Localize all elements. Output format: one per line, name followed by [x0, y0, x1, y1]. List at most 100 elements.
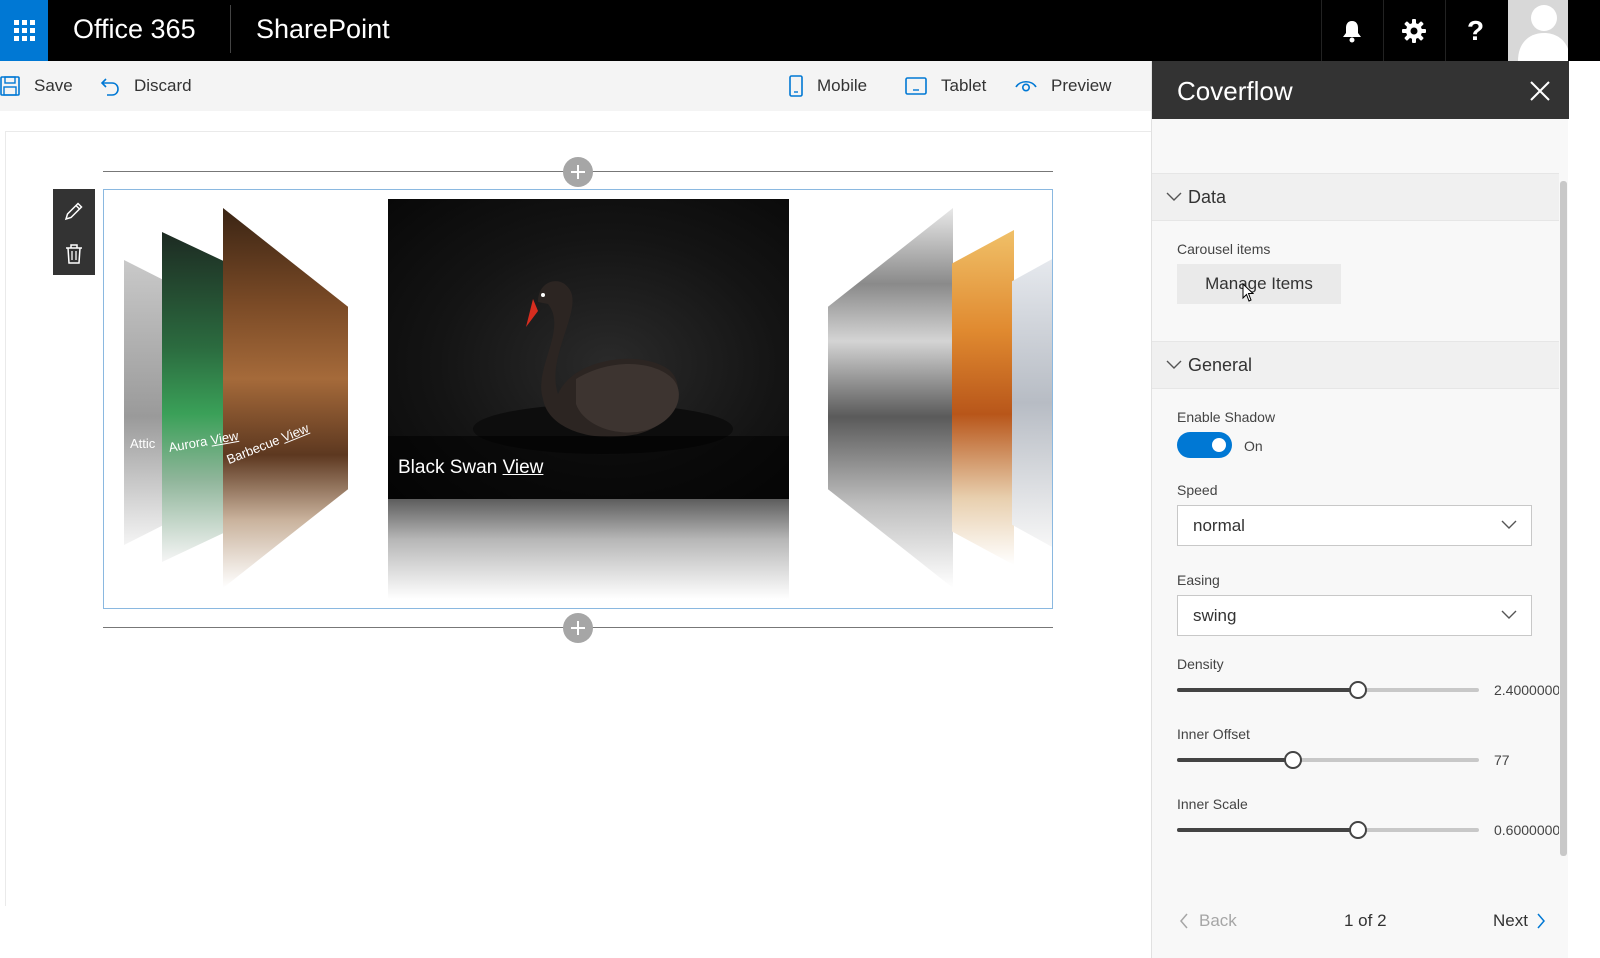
- chevron-left-icon: [1180, 913, 1188, 929]
- inner-offset-value: 77: [1494, 752, 1510, 768]
- save-icon: [0, 76, 20, 96]
- inner-scale-slider[interactable]: [1177, 820, 1479, 840]
- mobile-view-button[interactable]: Mobile: [789, 61, 867, 111]
- plus-icon: [571, 165, 585, 179]
- property-pane-title: Coverflow: [1177, 76, 1293, 106]
- close-pane-button[interactable]: [1526, 77, 1554, 105]
- inner-offset-slider[interactable]: [1177, 750, 1479, 770]
- center-title: Black Swan: [398, 457, 498, 478]
- group-general-title: General: [1188, 354, 1253, 375]
- suite-bar: Office 365 SharePoint ?: [0, 0, 1600, 61]
- save-label: Save: [34, 76, 73, 95]
- slide-black-swan[interactable]: Black Swan View: [388, 199, 789, 499]
- tablet-label: Tablet: [941, 76, 987, 95]
- center-caption: Black Swan View: [398, 457, 543, 479]
- density-value: 2.4000000: [1494, 682, 1559, 698]
- density-slider[interactable]: [1177, 680, 1479, 700]
- bell-icon: [1342, 20, 1361, 42]
- plus-icon: [571, 621, 585, 635]
- easing-value: swing: [1193, 605, 1237, 625]
- delete-webpart-button[interactable]: [53, 232, 95, 275]
- notifications-button[interactable]: [1321, 0, 1381, 61]
- app-launcher-button[interactable]: [0, 0, 48, 61]
- attic-caption: Attic: [130, 436, 156, 451]
- back-button[interactable]: Back: [1179, 911, 1237, 931]
- enable-shadow-label: Enable Shadow: [1177, 409, 1276, 425]
- inner-scale-value: 0.6000000: [1494, 822, 1559, 838]
- back-label: Back: [1199, 911, 1237, 930]
- save-button[interactable]: Save: [0, 61, 73, 111]
- edit-webpart-button[interactable]: [53, 189, 95, 232]
- chevron-down-icon: [1501, 610, 1517, 619]
- tablet-view-button[interactable]: Tablet: [905, 61, 986, 111]
- speed-dropdown[interactable]: normal: [1177, 505, 1532, 546]
- inner-offset-label: Inner Offset: [1177, 726, 1250, 742]
- chevron-right-icon: [1537, 913, 1545, 929]
- eye-icon: [1015, 80, 1037, 92]
- slide-keyboard[interactable]: [1012, 258, 1052, 548]
- help-icon: ?: [1466, 14, 1485, 46]
- chevron-down-icon: [1166, 360, 1182, 369]
- chevron-down-icon: [1166, 192, 1182, 201]
- inner-offset-slider-fill: [1177, 758, 1293, 762]
- help-button[interactable]: ?: [1445, 0, 1505, 61]
- close-icon: [1530, 81, 1550, 101]
- discard-button[interactable]: Discard: [100, 61, 192, 111]
- discard-label: Discard: [134, 76, 192, 95]
- center-reflection: [388, 499, 789, 599]
- speed-label: Speed: [1177, 482, 1218, 498]
- pane-scrollbar[interactable]: [1557, 146, 1569, 876]
- group-general-header[interactable]: General: [1152, 341, 1559, 389]
- waffle-icon: [13, 20, 35, 41]
- page-indicator: 1 of 2: [1344, 911, 1387, 930]
- add-webpart-bottom-button[interactable]: [563, 613, 593, 643]
- inner-scale-slider-fill: [1177, 828, 1358, 832]
- manage-items-button[interactable]: Manage Items: [1177, 264, 1341, 304]
- group-data-title: Data: [1188, 186, 1227, 207]
- preview-button[interactable]: Preview: [1015, 61, 1111, 111]
- pane-scroll-thumb[interactable]: [1560, 181, 1567, 856]
- slide-barbecue[interactable]: [223, 208, 348, 588]
- next-label: Next: [1493, 911, 1528, 930]
- brand-title[interactable]: Office 365: [73, 14, 196, 45]
- speed-value: normal: [1193, 515, 1245, 535]
- density-label: Density: [1177, 656, 1224, 672]
- undo-icon: [100, 78, 119, 96]
- slide-chess[interactable]: [828, 208, 953, 588]
- avatar[interactable]: [1508, 0, 1568, 61]
- person-icon: [1518, 5, 1568, 61]
- preview-label: Preview: [1051, 76, 1112, 95]
- property-pane-header: Coverflow: [1152, 61, 1569, 119]
- settings-button[interactable]: [1383, 0, 1443, 61]
- coverflow-webpart[interactable]: Attic Aurora View Barbecue View Black Sw…: [103, 189, 1053, 609]
- slide-aurora[interactable]: [162, 232, 232, 562]
- command-bar: Save Discard Mobile Tablet Preview: [0, 61, 1151, 111]
- brand-divider: [230, 5, 231, 53]
- enable-shadow-toggle[interactable]: [1177, 432, 1232, 458]
- inner-offset-slider-thumb[interactable]: [1284, 751, 1302, 769]
- pane-pagination: Back 1 of 2 Next: [1152, 901, 1559, 941]
- density-slider-fill: [1177, 688, 1358, 692]
- next-button[interactable]: Next: [1493, 911, 1546, 931]
- cursor-icon: [1242, 283, 1254, 302]
- easing-label: Easing: [1177, 572, 1220, 588]
- inner-scale-slider-thumb[interactable]: [1349, 821, 1367, 839]
- property-pane: Coverflow Data Carousel items Manage Ite…: [1151, 61, 1569, 958]
- mobile-label: Mobile: [817, 76, 868, 95]
- group-data-header[interactable]: Data: [1152, 173, 1559, 221]
- add-webpart-top-button[interactable]: [563, 157, 593, 187]
- density-slider-thumb[interactable]: [1349, 681, 1367, 699]
- app-title[interactable]: SharePoint: [256, 14, 390, 45]
- gear-icon: [1401, 18, 1426, 43]
- trash-icon: [66, 243, 82, 264]
- center-view-link[interactable]: View: [503, 457, 544, 478]
- toggle-knob: [1212, 438, 1226, 452]
- easing-dropdown[interactable]: swing: [1177, 595, 1532, 636]
- carousel-items-label: Carousel items: [1177, 241, 1271, 257]
- mobile-icon: [789, 75, 803, 97]
- inner-scale-label: Inner Scale: [1177, 796, 1248, 812]
- chevron-down-icon: [1501, 520, 1517, 529]
- webpart-toolbar: [53, 189, 95, 275]
- enable-shadow-state: On: [1244, 438, 1263, 454]
- slide-fire[interactable]: [952, 230, 1014, 565]
